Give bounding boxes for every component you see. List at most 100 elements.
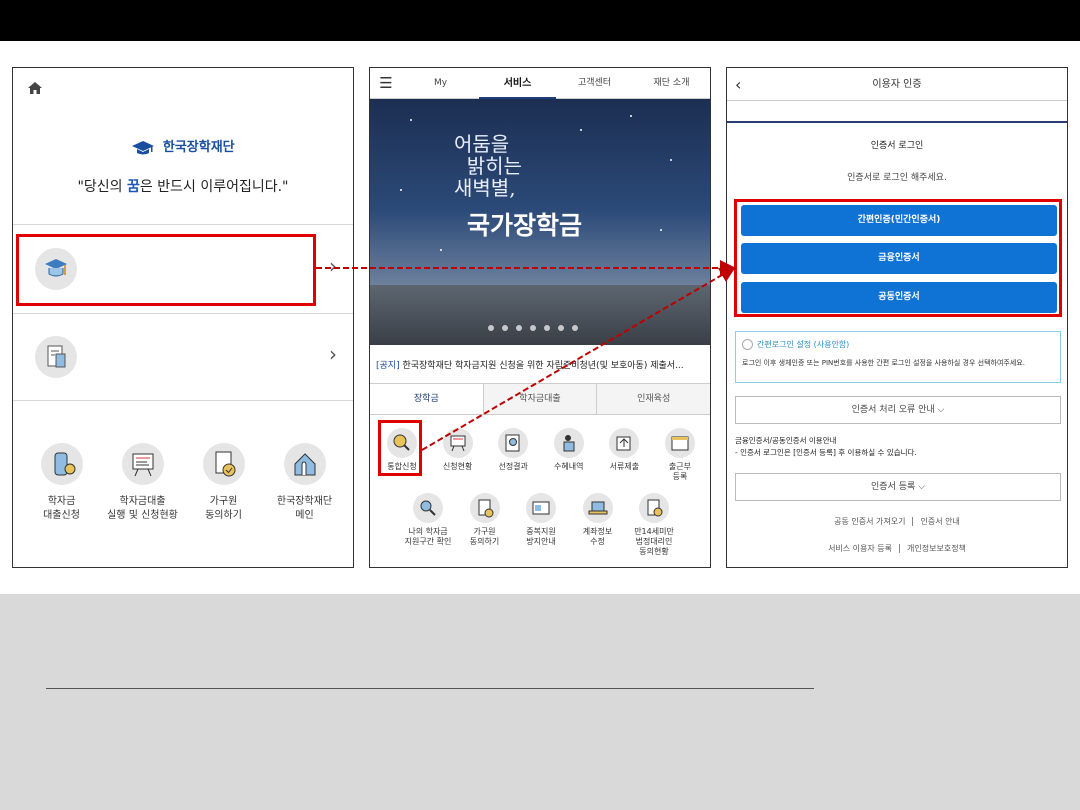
divider — [13, 400, 353, 401]
link-service-register[interactable]: 서비스 이용자 등록 — [828, 544, 892, 553]
menu-row-document[interactable]: › — [13, 314, 353, 400]
service-family-consent[interactable]: 가구원 동의하기 — [461, 493, 509, 557]
quick-menu-label: 한국장학재단 메인 — [276, 496, 333, 521]
window-icon — [526, 493, 556, 523]
link-cert-guide[interactable]: 인증서 안내 — [920, 517, 959, 526]
service-duplicate-guide[interactable]: 중복지원 방지안내 — [517, 493, 565, 557]
notice-tag: [공지] — [376, 361, 400, 371]
quick-menu-main[interactable]: 한국장학재단 메인 — [265, 443, 345, 523]
upload-doc-icon — [609, 428, 640, 458]
quick-menu-loan-apply[interactable]: 학자금 대출신청 — [22, 443, 102, 523]
tab-service[interactable]: 서비스 — [479, 68, 556, 99]
search-doc-icon — [498, 428, 529, 458]
tab-about[interactable]: 재단 소개 — [633, 68, 710, 99]
banner-title: 국가장학금 — [467, 211, 583, 240]
person-search-icon — [413, 493, 443, 523]
service-apply-status[interactable]: 신청현황 — [434, 428, 482, 482]
home-icon[interactable] — [27, 80, 43, 96]
service-label: 가구원 동의하기 — [469, 527, 500, 546]
service-row-2: 나의 학자금 지원구간 확인 가구원 동의하기 중복지원 방지안내 계좌정보 수… — [404, 493, 678, 557]
carousel-dots[interactable] — [488, 325, 578, 331]
service-guardian-consent[interactable]: 만14세미만 법정대리인 동의현황 — [630, 493, 678, 557]
easy-login-label: 간편로그인 설정 (사용안함) — [757, 340, 850, 349]
hamburger-menu-icon[interactable]: ☰ — [370, 74, 402, 92]
quick-menu-loan-status[interactable]: 학자금대출 실행 및 신청현황 — [103, 443, 183, 523]
subtab-scholarship[interactable]: 장학금 — [370, 384, 483, 414]
guide-text: - 인증서 로그인은 [인증서 등록] 후 이용하실 수 있습니다. — [735, 448, 917, 457]
easy-login-desc: 로그인 이후 생체인증 또는 PIN번호를 사용한 간편 로그인 설정을 사용하… — [742, 359, 1025, 367]
slogan: "당신의 꿈은 반드시 이루어집니다." — [13, 176, 353, 196]
bottom-caption-area — [0, 594, 1080, 810]
service-selection-result[interactable]: 선정결과 — [489, 428, 537, 482]
link-privacy-policy[interactable]: 개인정보보호정책 — [907, 544, 966, 553]
person-list-icon — [553, 428, 584, 458]
top-nav: ☰ My 서비스 고객센터 재단 소개 — [370, 68, 710, 99]
board-icon — [442, 428, 473, 458]
footer-links-1: 공동 인증서 가져오기 인증서 안내 — [727, 516, 1067, 527]
quick-menu-label: 학자금 대출신청 — [43, 496, 80, 521]
service-support-bracket[interactable]: 나의 학자금 지원구간 확인 — [404, 493, 452, 557]
service-label: 계좌정보 수정 — [582, 527, 613, 546]
header: ‹ 이용자 인증 — [727, 68, 1067, 101]
highlight-box-auth-buttons — [734, 199, 1062, 317]
chevron-right-icon[interactable]: › — [329, 342, 337, 366]
quick-menu-family-consent[interactable]: 가구원 동의하기 — [184, 443, 264, 523]
chevron-right-icon[interactable]: › — [329, 254, 337, 278]
quick-menu-label: 가구원 동의하기 — [205, 496, 242, 521]
subtab-talent[interactable]: 인재육성 — [596, 384, 710, 414]
city-skyline-image — [370, 285, 710, 345]
kosaf-logo: 한국장학재단 — [13, 136, 353, 156]
screen-user-auth: ‹ 이용자 인증 인증서 로그인 인증서로 로그인 해주세요. 간편인증(민간인… — [726, 67, 1068, 568]
service-document-submit[interactable]: 서류제출 — [600, 428, 648, 482]
guide-title: 금융인증서/공동인증서 이용안내 — [735, 436, 837, 445]
logo-text: 한국장학재단 — [162, 140, 235, 155]
slogan-pre: "당신의 — [77, 179, 128, 195]
notice-line[interactable]: [공지] 한국장학재단 학자금지원 신청을 위한 자립준비청년(및 보호아동) … — [376, 358, 706, 371]
subtab-loan[interactable]: 학자금대출 — [482, 384, 597, 414]
tab-customer-center[interactable]: 고객센터 — [556, 68, 633, 99]
service-label: 나의 학자금 지원구간 확인 — [404, 527, 452, 546]
instruction-text: 인증서로 로그인 해주세요. — [847, 173, 947, 183]
banner-headline: 어둠을 밝히는 새벽별, — [454, 132, 522, 200]
cert-register-button[interactable]: 인증서 등록 ⌵ — [735, 473, 1061, 501]
top-black-bar — [0, 0, 1080, 41]
slogan-post: 은 반드시 이루어집니다." — [139, 179, 289, 195]
service-label: 수혜내역 — [554, 462, 584, 471]
calendar-icon — [664, 428, 695, 458]
service-label: 만14세미만 법정대리인 동의현황 — [634, 527, 674, 556]
service-label: 신청현황 — [442, 462, 473, 471]
easy-login-toggle[interactable]: 간편로그인 설정 (사용안함) — [742, 339, 1054, 350]
hand-house-icon — [283, 443, 326, 485]
footer-links-2: 서비스 이용자 등록 개인정보보호정책 — [727, 543, 1067, 554]
page-title: 이용자 인증 — [872, 79, 922, 90]
document-icon — [35, 336, 77, 378]
screen-app-home: 한국장학재단 "당신의 꿈은 반드시 이루어집니다." › › 학자금 대출신청… — [12, 67, 354, 568]
service-benefit-history[interactable]: 수혜내역 — [545, 428, 593, 482]
service-account-edit[interactable]: 계좌정보 수정 — [574, 493, 622, 557]
laptop-icon — [582, 493, 613, 523]
screen-service-menu: ☰ My 서비스 고객센터 재단 소개 어둠을 밝히는 새벽별, 국가장학금 [… — [369, 67, 711, 568]
service-label: 출근부 등록 — [668, 462, 692, 481]
service-label: 선정결과 — [498, 462, 528, 471]
divider — [13, 224, 353, 225]
coin-jar-icon — [40, 443, 83, 485]
service-attendance[interactable]: 출근부 등록 — [656, 428, 704, 482]
tab-my[interactable]: My — [402, 68, 479, 99]
easy-login-box: 간편로그인 설정 (사용안함) 로그인 이후 생체인증 또는 PIN번호를 사용… — [735, 331, 1061, 383]
link-import-cert[interactable]: 공동 인증서 가져오기 — [834, 517, 905, 526]
highlight-box-integrated-apply — [378, 420, 422, 476]
caption-rule — [46, 688, 814, 689]
check-circle-icon[interactable] — [742, 339, 753, 350]
service-label: 서류제출 — [609, 462, 640, 471]
cert-error-guide-button[interactable]: 인증서 처리 오류 안내 ⌵ — [735, 396, 1061, 424]
notice-text: 한국장학재단 학자금지원 신청을 위한 자립준비청년(및 보호아동) 제출서..… — [399, 361, 684, 371]
doc-person-icon — [639, 493, 669, 523]
service-label: 중복지원 방지안내 — [526, 527, 556, 546]
easel-chart-icon — [121, 443, 164, 485]
promo-banner[interactable]: 어둠을 밝히는 새벽별, 국가장학금 — [370, 99, 710, 345]
slogan-emphasis: 꿈 — [127, 179, 140, 195]
quick-menu-grid: 학자금 대출신청 학자금대출 실행 및 신청현황 가구원 동의하기 한국장학재단… — [13, 443, 353, 523]
section-divider — [727, 121, 1067, 123]
graduation-cap-icon — [132, 140, 155, 154]
back-arrow-icon[interactable]: ‹ — [735, 68, 741, 101]
